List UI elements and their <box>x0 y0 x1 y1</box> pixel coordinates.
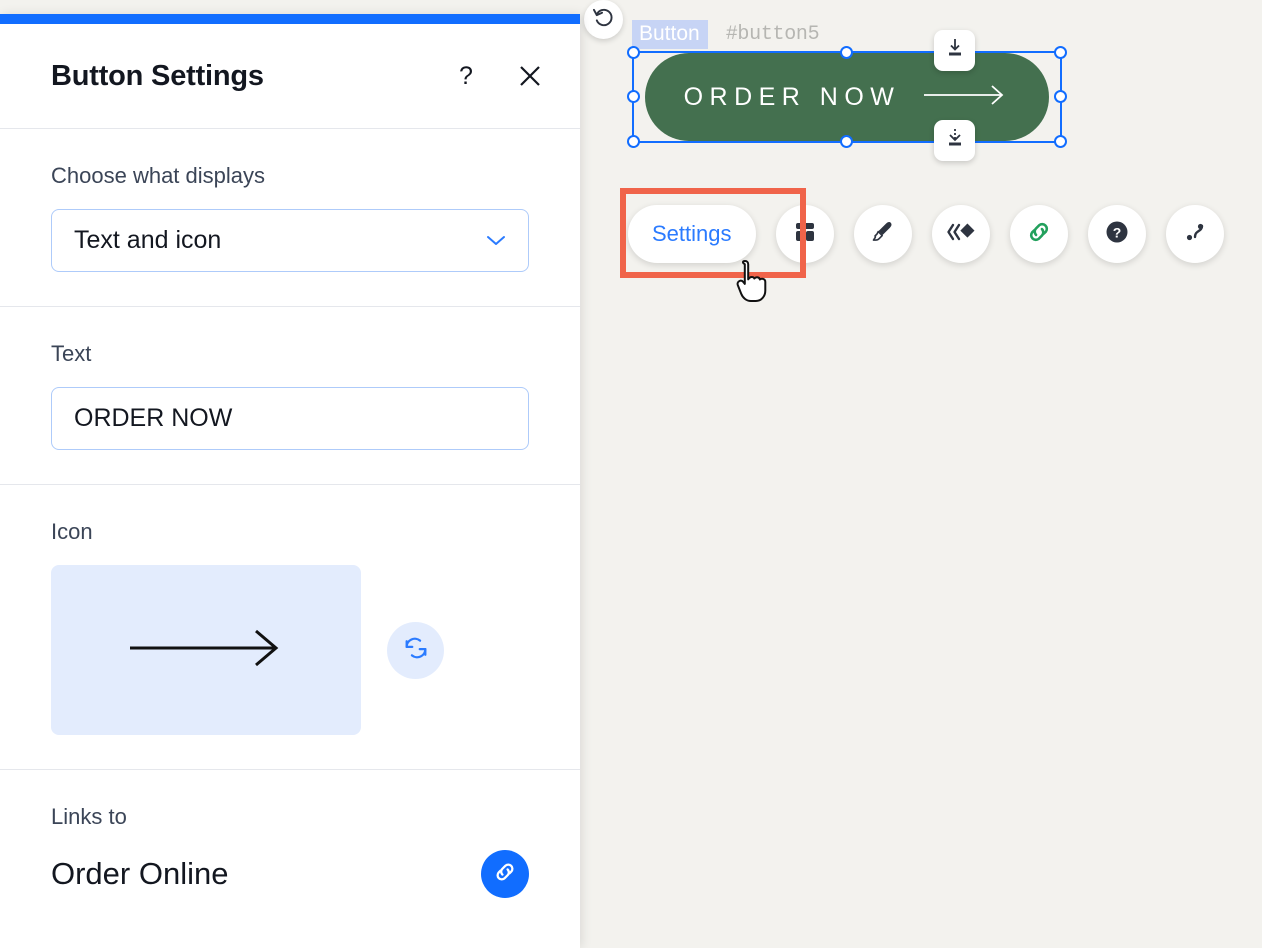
toolbar-connect-button[interactable] <box>1165 205 1224 263</box>
selection-type-chip: Button <box>632 19 708 49</box>
selection-label: Button #button5 <box>632 19 820 49</box>
link-chain-icon <box>1025 218 1053 251</box>
dock-top-button[interactable] <box>934 30 975 71</box>
resize-handle-top-center[interactable] <box>840 46 853 59</box>
mouse-cursor-pointer <box>733 258 773 308</box>
resize-handle-bottom-center[interactable] <box>840 135 853 148</box>
help-circle-icon: ? <box>1103 218 1131 251</box>
close-icon[interactable] <box>510 56 550 96</box>
panel-header: Button Settings ? <box>0 24 580 129</box>
page-title: Button Settings <box>51 59 264 92</box>
connect-data-icon <box>1181 218 1209 251</box>
button-settings-panel: Button Settings ? Choose what displays T… <box>0 14 580 948</box>
toolbar-help-button[interactable]: ? <box>1087 205 1146 263</box>
links-section: Links to Order Online <box>0 770 580 932</box>
toolbar-settings-button[interactable]: Settings <box>628 205 756 263</box>
display-dropdown[interactable]: Text and icon <box>51 209 529 272</box>
paintbrush-icon <box>869 218 897 251</box>
toolbar-settings-label: Settings <box>652 221 732 246</box>
button-text-value: ORDER NOW <box>74 404 233 432</box>
dock-bottom-button[interactable] <box>934 120 975 161</box>
resize-handle-top-left[interactable] <box>627 46 640 59</box>
svg-text:?: ? <box>1112 224 1121 240</box>
replace-icon-button[interactable] <box>387 621 444 679</box>
svg-text:?: ? <box>459 62 473 90</box>
resize-handle-bottom-left[interactable] <box>627 135 640 148</box>
selection-element-id: #button5 <box>725 22 820 46</box>
edit-link-button[interactable] <box>481 850 529 898</box>
toolbar-link-button[interactable] <box>1009 205 1068 263</box>
icon-section: Icon <box>0 485 580 770</box>
resize-handle-middle-left[interactable] <box>627 90 640 103</box>
link-icon <box>492 859 518 890</box>
text-section: Text ORDER NOW <box>0 307 580 485</box>
undo-rotate-left-icon <box>592 6 615 34</box>
display-section-label: Choose what displays <box>51 163 266 188</box>
long-right-arrow-icon <box>126 625 286 676</box>
selection-frame <box>627 46 1067 148</box>
element-action-toolbar[interactable]: Settings ? <box>628 205 1244 263</box>
arrow-down-to-line-icon <box>944 37 966 64</box>
links-section-label: Links to <box>51 804 127 829</box>
display-section: Choose what displays Text and icon <box>0 129 580 307</box>
resize-handle-middle-right[interactable] <box>1054 90 1067 103</box>
resize-handle-bottom-right[interactable] <box>1054 135 1067 148</box>
icon-preview[interactable] <box>51 565 361 735</box>
refresh-replace-icon <box>402 634 430 667</box>
display-dropdown-value: Text and icon <box>74 226 222 254</box>
chevron-down-icon <box>486 234 506 247</box>
motion-effect-icon <box>946 220 976 249</box>
dashed-arrow-down-to-line-icon <box>944 127 966 154</box>
toolbar-animation-button[interactable] <box>931 205 990 263</box>
toolbar-design-button[interactable] <box>853 205 912 263</box>
link-target-value: Order Online <box>51 856 229 891</box>
text-section-label: Text <box>51 341 92 366</box>
toolbar-layout-button[interactable] <box>775 205 834 263</box>
layout-panel-icon <box>792 219 818 250</box>
panel-accent-bar <box>0 14 580 24</box>
resize-handle-top-right[interactable] <box>1054 46 1067 59</box>
undo-button[interactable] <box>584 0 623 39</box>
icon-section-label: Icon <box>51 519 93 544</box>
question-mark-icon[interactable]: ? <box>446 56 486 96</box>
button-text-input[interactable]: ORDER NOW <box>51 387 529 450</box>
